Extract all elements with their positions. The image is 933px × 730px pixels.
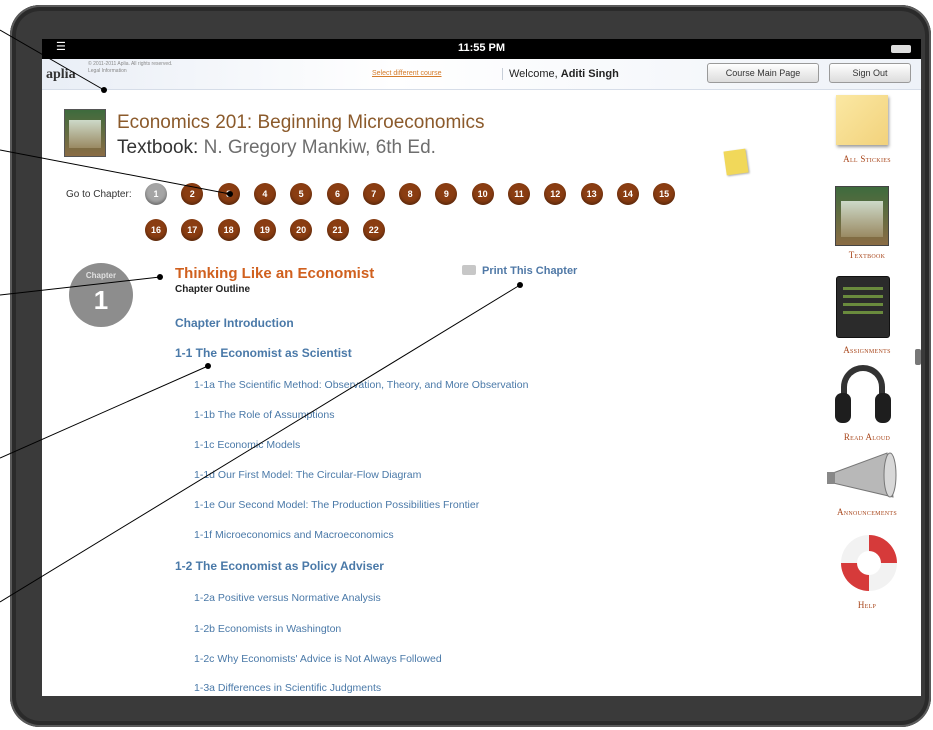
megaphone-icon[interactable] [827,451,905,501]
course-main-page-button[interactable]: Course Main Page [707,63,819,83]
chapter-chip-16[interactable]: 16 [145,219,167,241]
outline-link-1-1b[interactable]: 1-1b The Role of Assumptions [194,409,554,421]
chapter-badge-label: Chapter [85,271,117,280]
textbook-label: Textbook: [117,137,199,158]
battery-icon [891,45,911,53]
outline-link-1-2a[interactable]: 1-2a Positive versus Normative Analysis [194,592,554,604]
printer-icon [462,265,476,275]
outline-link-1-1d[interactable]: 1-1d Our First Model: The Circular-Flow … [194,469,554,481]
print-chapter-label: Print This Chapter [482,265,578,277]
outline-link-1-1e[interactable]: 1-1e Our Second Model: The Production Po… [194,499,554,511]
chapter-chip-17[interactable]: 17 [181,219,204,241]
welcome-message: Welcome, Aditi Singh [502,68,619,80]
read-aloud-label[interactable]: Read Aloud [817,432,917,442]
outline-link-1-3a[interactable]: 1-3a Differences in Scientific Judgments [194,682,554,694]
side-drawer-handle[interactable] [915,349,921,365]
headphones-icon[interactable] [835,365,891,427]
assignments-icon[interactable] [836,276,890,338]
all-stickies-icon[interactable] [836,95,888,145]
chapter-chip-19[interactable]: 19 [253,219,276,241]
copyright-text: © 2011-2011 Aplia. All rights reserved. [88,61,173,67]
legal-text: © 2011-2011 Aplia. All rights reserved. … [88,61,172,75]
chapter-badge: Chapter 1 [69,263,133,327]
legal-information-link[interactable]: Legal Information [88,68,172,75]
status-time: 11:55 PM [457,42,506,54]
chapter-chip-3[interactable]: 3 [217,183,240,205]
chapter-chip-9[interactable]: 9 [435,183,458,205]
chapter-chip-13[interactable]: 13 [580,183,603,205]
textbook-label-rail[interactable]: Textbook [817,250,917,260]
welcome-prefix: Welcome, [509,68,561,80]
chapter-badge-number: 1 [93,285,109,315]
chapter-chip-4[interactable]: 4 [253,183,276,205]
chapter-chip-20[interactable]: 20 [290,219,313,241]
chapter-chip-1[interactable]: 1 [145,183,167,205]
chapter-introduction-link[interactable]: Chapter Introduction [175,316,294,330]
section-1-1-link[interactable]: 1-1 The Economist as Scientist [175,346,352,360]
textbook-info: Textbook: N. Gregory Mankiw, 6th Ed. [117,137,436,159]
chapter-chip-11[interactable]: 11 [508,183,530,205]
chapter-chip-14[interactable]: 14 [616,183,639,205]
chapter-chip-12[interactable]: 12 [544,183,567,205]
outline-link-1-1a[interactable]: 1-1a The Scientific Method: Observation,… [194,379,554,391]
select-course-link[interactable]: Select different course [372,70,442,77]
outline-link-1-1f[interactable]: 1-1f Microeconomics and Macroeconomics [194,529,554,541]
outline-link-1-1c[interactable]: 1-1c Economic Models [194,439,554,451]
app-header: aplia © 2011-2011 Aplia. All rights rese… [42,59,921,90]
print-chapter-link[interactable]: Print This Chapter [462,265,577,277]
user-name: Aditi Singh [560,68,619,80]
chapter-chip-8[interactable]: 8 [399,183,422,205]
sign-out-button[interactable]: Sign Out [829,63,911,83]
outline-link-1-2c[interactable]: 1-2c Why Economists' Advice is Not Alway… [194,653,554,665]
section-1-2-link[interactable]: 1-2 The Economist as Policy Adviser [175,559,384,573]
announcements-label[interactable]: Announcements [817,507,917,517]
chapter-chip-2[interactable]: 2 [181,183,204,205]
help-label[interactable]: Help [817,600,917,610]
chapter-chip-21[interactable]: 21 [326,219,349,241]
textbook-author: N. Gregory Mankiw, 6th Ed. [198,137,436,158]
go-to-chapter-label: Go to Chapter: [66,189,132,200]
app-screen: aplia © 2011-2011 Aplia. All rights rese… [42,39,921,696]
chapter-chip-10[interactable]: 10 [471,183,494,205]
textbook-icon[interactable] [835,186,889,246]
outline-link-1-2b[interactable]: 1-2b Economists in Washington [194,623,554,635]
chapter-chip-18[interactable]: 18 [217,219,240,241]
chapter-chip-7[interactable]: 7 [362,183,385,205]
chapter-chip-6[interactable]: 6 [326,183,349,205]
ios-status-bar: ☰ 11:55 PM [42,39,921,59]
all-stickies-label[interactable]: All Stickies [817,154,917,164]
chapter-chip-15[interactable]: 15 [653,183,676,205]
aplia-logo: aplia [46,67,76,82]
course-title: Economics 201: Beginning Microeconomics [117,112,485,133]
textbook-cover-thumbnail [64,109,106,157]
life-preserver-icon[interactable] [841,535,897,591]
chapter-chip-5[interactable]: 5 [290,183,313,205]
chapter-outline-label: Chapter Outline [175,284,251,295]
sticky-note-icon[interactable] [723,148,749,176]
assignments-label[interactable]: Assignments [817,345,917,355]
chapter-title: Thinking Like an Economist [175,265,375,282]
chapter-chip-22[interactable]: 22 [362,219,385,241]
